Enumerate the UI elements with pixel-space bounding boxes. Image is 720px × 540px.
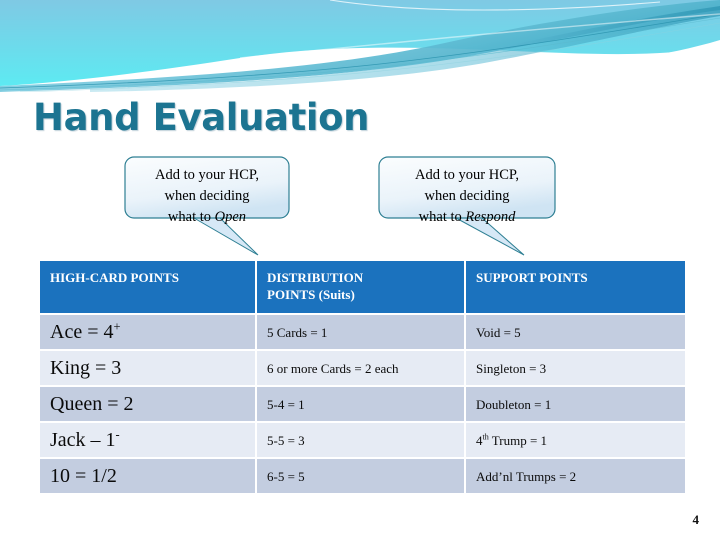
callout-respond-line3-prefix: what to [418,209,466,226]
cell-support-points: Void = 5 [466,315,685,350]
cell-high-card-points: Jack – 1- [40,423,255,458]
header-high-card-points: HIGH-CARD POINTS [40,261,255,314]
cell-distribution-points: 5 Cards = 1 [257,315,464,350]
cell-high-card-points: 10 = 1/2 [40,459,255,494]
callout-respond-line1: Add to your HCP, [415,167,519,183]
hand-evaluation-table: HIGH-CARD POINTS DISTRIBUTION POINTS (Su… [38,259,687,495]
callout-respond-text: Add to your HCP, when deciding what to R… [378,156,556,228]
cell-distribution-points: 5-4 = 1 [257,387,464,422]
callout-open-text: Add to your HCP, when deciding what to O… [124,156,290,228]
cell-distribution-points: 5-5 = 3 [257,423,464,458]
page-title: Hand Evaluation [33,96,370,139]
table-row: Ace = 4+ 5 Cards = 1 Void = 5 [40,315,685,350]
table-header-row: HIGH-CARD POINTS DISTRIBUTION POINTS (Su… [40,261,685,314]
callout-respond-line2: when deciding [424,188,510,205]
header-support-points: SUPPORT POINTS [466,261,685,314]
callout-open-line2: when deciding [164,188,250,205]
table-body: Ace = 4+ 5 Cards = 1 Void = 5 King = 36 or … [40,315,685,494]
cell-high-card-points: Queen = 2 [40,387,255,422]
callout-respond: Add to your HCP, when deciding what to R… [378,156,556,256]
callout-open-line3-prefix: what to [167,209,215,226]
callout-open-emphasis: Open [214,209,247,226]
cell-high-card-points: King = 3 [40,351,255,386]
cell-distribution-points: 6 or more Cards = 2 each [257,351,464,386]
callout-respond-emphasis: Respond [465,209,516,226]
header-distribution-line1: DISTRIBUTION [267,270,364,285]
page-number: 4 [692,512,700,527]
callout-open-line1: Add to your HCP, [155,167,259,183]
table-row: 10 = 1/2 6-5 = 5 Add’nl Trumps = 2 [40,459,685,494]
callout-open: Add to your HCP, when deciding what to O… [124,156,290,256]
cell-support-points: Doubleton = 1 [466,387,685,422]
cell-support-points: Singleton = 3 [466,351,685,386]
table-row: Jack – 1- 5-5 = 3 4th Trump = 1 [40,423,685,458]
cell-support-points: 4th Trump = 1 [466,423,685,458]
table-row: King = 36 or more Cards = 2 each Singleto… [40,351,685,386]
cell-high-card-points: Ace = 4+ [40,315,255,350]
header-distribution-line2: POINTS (Suits) [267,287,355,303]
decorative-banner [0,0,720,92]
table-row: Queen = 2 5-4 = 1 Doubleton = 1 [40,387,685,422]
cell-distribution-points: 6-5 = 5 [257,459,464,494]
header-distribution-points: DISTRIBUTION POINTS (Suits) [257,261,464,314]
cell-support-points: Add’nl Trumps = 2 [466,459,685,494]
